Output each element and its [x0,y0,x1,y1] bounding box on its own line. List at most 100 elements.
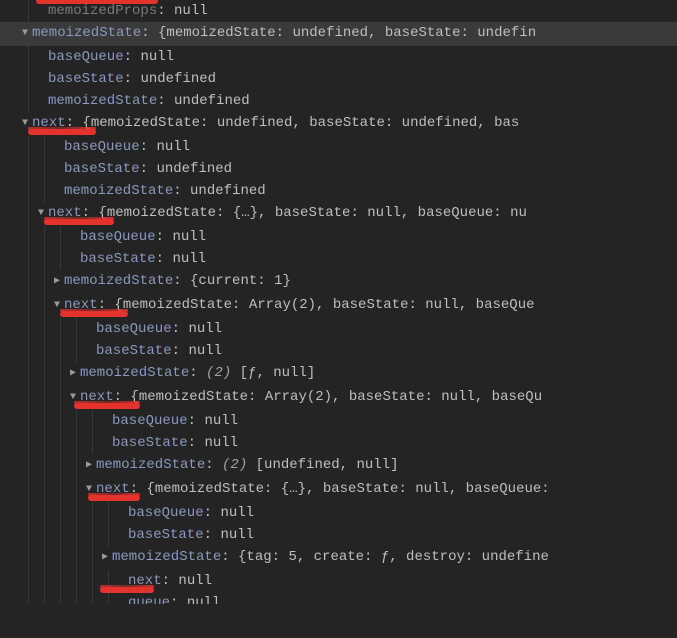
chevron-down-icon[interactable] [36,203,46,225]
colon: : [157,3,174,19]
property-value: null [204,413,238,429]
tree-row[interactable]: memoizedState: {current: 1} [0,270,677,294]
chevron-down-icon[interactable] [84,479,94,501]
property-key: next [48,205,82,221]
tree-row[interactable]: next: {memoizedState: Array(2), baseStat… [0,386,677,410]
tree-row[interactable]: memoizedProps: null [0,0,677,22]
property-value: undefined [174,93,250,109]
property-key: baseQueue [48,49,124,65]
array-length-prefix: (2) [206,365,240,381]
property-key: baseState [48,71,124,87]
property-key: next [64,297,98,313]
property-value: null [204,435,238,451]
colon: : [172,321,189,337]
tree-row[interactable]: baseQueue: null [0,226,677,248]
colon: : [221,549,238,565]
tree-row[interactable]: memoizedState: (2) [undefined, null] [0,454,677,478]
tree-row[interactable]: baseState: null [0,432,677,454]
tree-row[interactable]: next: {memoizedState: Array(2), baseStat… [0,294,677,318]
tree-row[interactable]: queue: null [0,592,677,604]
property-value: {memoizedState: undefined, baseState: un… [82,115,519,131]
colon: : [170,595,187,604]
tree-row[interactable]: baseQueue: null [0,46,677,68]
tree-row[interactable]: next: null [0,570,677,592]
colon: : [140,161,157,177]
property-key: next [96,481,130,497]
tree-row[interactable]: memoizedState: {tag: 5, create: ƒ, destr… [0,546,677,570]
colon: : [162,573,179,589]
colon: : [173,273,190,289]
property-key: memoizedState [64,183,173,199]
property-key: memoizedState [32,25,141,41]
colon: : [124,71,141,87]
tree-row[interactable]: baseQueue: null [0,318,677,340]
colon: : [156,229,173,245]
colon: : [141,25,158,41]
property-value: undefined [140,71,216,87]
property-value: {memoizedState: undefined, baseState: un… [158,25,536,41]
property-value: {memoizedState: Array(2), baseState: nul… [130,389,542,405]
tree-row[interactable]: memoizedState: undefined [0,180,677,202]
chevron-down-icon[interactable] [68,387,78,409]
property-key: memoizedState [64,273,173,289]
property-key: baseState [80,251,156,267]
property-value: null [188,321,222,337]
chevron-right-icon[interactable] [84,455,94,477]
property-key: memoizedProps [48,3,157,19]
tree-row[interactable]: next: {memoizedState: undefined, baseSta… [0,112,677,136]
tree-row[interactable]: memoizedState: (2) [ƒ, null] [0,362,677,386]
chevron-right-icon[interactable] [100,547,110,569]
property-value: {memoizedState: Array(2), baseState: nul… [114,297,534,313]
chevron-right-icon[interactable] [68,363,78,385]
colon: : [114,389,131,405]
property-value: null [156,139,190,155]
property-value: undefined [190,183,266,199]
array-length-prefix: (2) [222,457,256,473]
property-key: baseQueue [96,321,172,337]
tree-row[interactable]: memoizedState: {memoizedState: undefined… [0,22,677,46]
chevron-right-icon[interactable] [52,271,62,293]
tree-row[interactable]: baseQueue: null [0,410,677,432]
property-value: null [140,49,174,65]
property-value: {current: 1} [190,273,291,289]
property-key: baseQueue [80,229,156,245]
colon: : [157,93,174,109]
colon: : [172,343,189,359]
property-value: null [220,527,254,543]
colon: : [204,527,221,543]
property-value: null [172,229,206,245]
colon: : [140,139,157,155]
property-key: next [32,115,66,131]
property-value: null [187,595,221,604]
colon: : [130,481,147,497]
chevron-down-icon[interactable] [52,295,62,317]
tree-row[interactable]: next: {memoizedState: {…}, baseState: nu… [0,478,677,502]
tree-row[interactable]: baseQueue: null [0,136,677,158]
colon: : [204,505,221,521]
colon: : [205,457,222,473]
property-value: {tag: 5, create: ƒ, destroy: undefine [238,549,549,565]
colon: : [98,297,115,313]
colon: : [156,251,173,267]
tree-row[interactable]: baseState: null [0,524,677,546]
property-key: next [80,389,114,405]
colon: : [173,183,190,199]
property-value: null [220,505,254,521]
tree-row[interactable]: baseState: undefined [0,158,677,180]
property-key: memoizedState [96,457,205,473]
tree-row[interactable]: baseState: null [0,248,677,270]
property-value: null [188,343,222,359]
colon: : [188,435,205,451]
tree-row[interactable]: next: {memoizedState: {…}, baseState: nu… [0,202,677,226]
tree-row[interactable]: baseQueue: null [0,502,677,524]
property-key: baseState [96,343,172,359]
property-value: {memoizedState: {…}, baseState: null, ba… [146,481,549,497]
tree-row[interactable]: baseState: null [0,340,677,362]
tree-row[interactable]: memoizedState: undefined [0,90,677,112]
property-key: queue [128,595,170,604]
chevron-down-icon[interactable] [20,23,30,45]
property-key: memoizedState [48,93,157,109]
property-value: undefined [156,161,232,177]
chevron-down-icon[interactable] [20,113,30,135]
tree-row[interactable]: baseState: undefined [0,68,677,90]
